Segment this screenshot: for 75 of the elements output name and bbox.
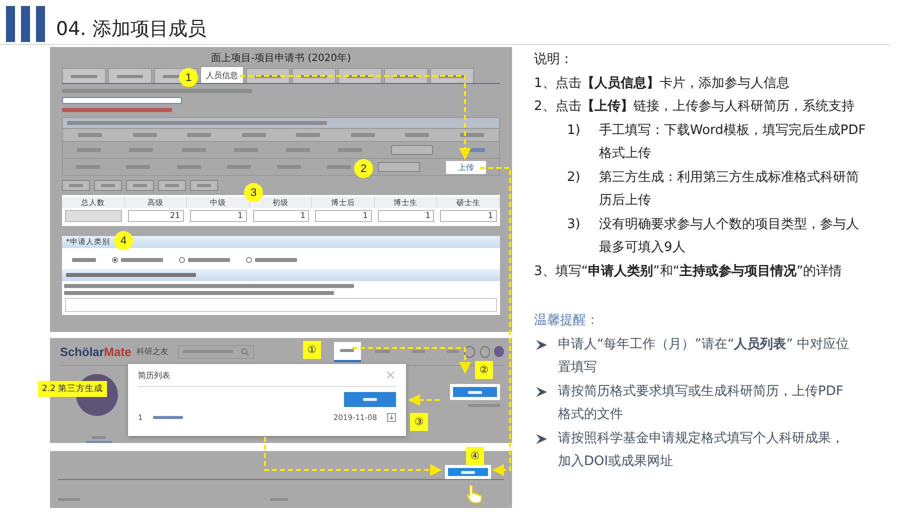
- notes-title: 说明：: [534, 51, 574, 69]
- tab[interactable]: [108, 68, 152, 83]
- input-field[interactable]: 1: [378, 210, 434, 222]
- step-marker: ③: [410, 413, 428, 431]
- blurred-text: [255, 258, 297, 262]
- input-field[interactable]: 1: [190, 210, 247, 222]
- blurred-text: [446, 350, 459, 354]
- tip-text: 请按简历格式要求填写或生成科研简历，上传PDF格式的文件: [558, 382, 844, 424]
- step-number: 3): [567, 216, 582, 234]
- blurred-text: [374, 350, 390, 354]
- primary-button[interactable]: [445, 465, 491, 479]
- arrow-bullet-icon: [536, 434, 547, 444]
- leader-line: [408, 394, 440, 406]
- tab[interactable]: [384, 68, 428, 83]
- tab[interactable]: [292, 68, 336, 83]
- toolbar-button[interactable]: [62, 180, 90, 191]
- download-icon[interactable]: [387, 413, 396, 422]
- avatar-icon[interactable]: [494, 346, 504, 358]
- blurred-text: [412, 350, 425, 354]
- step-text: 2、点击【上传】链接，上传参与人科研简历，系统支持: [534, 98, 856, 116]
- step-text: 第三方生成：利用第三方生成标准格式科研简历后上传: [599, 168, 860, 210]
- slide-title: 04. 添加项目成员: [56, 17, 206, 42]
- radio-button[interactable]: [246, 257, 252, 263]
- tab[interactable]: [246, 68, 290, 83]
- primary-button[interactable]: [450, 384, 500, 400]
- step-text: 没有明确要求参与人个数的项目类型，参与人最多可填入9人: [599, 216, 860, 257]
- arrow-bullet-icon: [536, 386, 547, 396]
- radio-button[interactable]: [112, 257, 118, 263]
- blurred-text: [121, 258, 163, 262]
- step-marker: ②: [475, 361, 493, 379]
- step-marker: ①: [303, 341, 321, 359]
- tips-title: 温馨提醒：: [534, 312, 600, 330]
- tip-text: 申请人“每年工作（月）”请在“人员列表” 中对应位置填写: [558, 336, 850, 377]
- step-text: 3、填写“申请人类别”和“主持或参与项目情况”的详情: [534, 262, 844, 280]
- blurred-text: [72, 258, 96, 262]
- form-title: 面上项目-项目申请书 (2020年): [210, 52, 352, 66]
- text-area[interactable]: [65, 298, 497, 312]
- dialog-title: 简历列表: [138, 370, 170, 380]
- step-number: 1): [567, 122, 582, 140]
- input-field: [65, 210, 122, 222]
- step-text: 1、点击【人员信息】卡片，添加参与人信息: [534, 74, 790, 92]
- search-field[interactable]: [178, 344, 254, 359]
- input-field[interactable]: [378, 162, 420, 172]
- tab[interactable]: [62, 68, 106, 83]
- hand-cursor-icon: [465, 484, 483, 504]
- input-field[interactable]: 1: [315, 210, 372, 222]
- notification-icon[interactable]: [480, 346, 490, 358]
- message-icon[interactable]: [464, 346, 475, 358]
- input-field[interactable]: [390, 145, 433, 155]
- radio-button[interactable]: [179, 257, 185, 263]
- callout-label: 2.2 第三方生成: [38, 381, 108, 397]
- tab[interactable]: [430, 68, 474, 83]
- toolbar-button[interactable]: [158, 180, 186, 191]
- logo-text: SchölarMate: [60, 344, 132, 359]
- tab[interactable]: [338, 68, 382, 83]
- search-icon: [241, 348, 250, 356]
- primary-button[interactable]: [344, 392, 396, 407]
- input-field[interactable]: 1: [440, 210, 498, 222]
- tab[interactable]: 人员信息: [200, 66, 244, 83]
- toolbar-button[interactable]: [190, 180, 218, 191]
- nav-tab[interactable]: [334, 342, 361, 362]
- tip-text: 请按照科学基金申请规定格式填写个人科研成果，加入DOI或成果网址: [558, 430, 845, 471]
- upload-link[interactable]: 上传: [446, 160, 486, 174]
- resume-link[interactable]: [152, 416, 183, 419]
- bars-icon: [6, 6, 46, 42]
- input-field[interactable]: 21: [128, 210, 184, 222]
- arrow-bullet-icon: [536, 340, 547, 350]
- toolbar-button[interactable]: [126, 180, 154, 191]
- step-text: 手工填写：下载Word模板，填写完后生成PDF格式上传: [599, 122, 867, 163]
- step-number: 2): [567, 168, 582, 186]
- toolbar-button[interactable]: [94, 180, 122, 191]
- step-marker: ④: [466, 447, 484, 465]
- input-field[interactable]: 1: [252, 210, 310, 222]
- slogan-text: 科研之友: [136, 346, 168, 358]
- blurred-text: [188, 258, 230, 262]
